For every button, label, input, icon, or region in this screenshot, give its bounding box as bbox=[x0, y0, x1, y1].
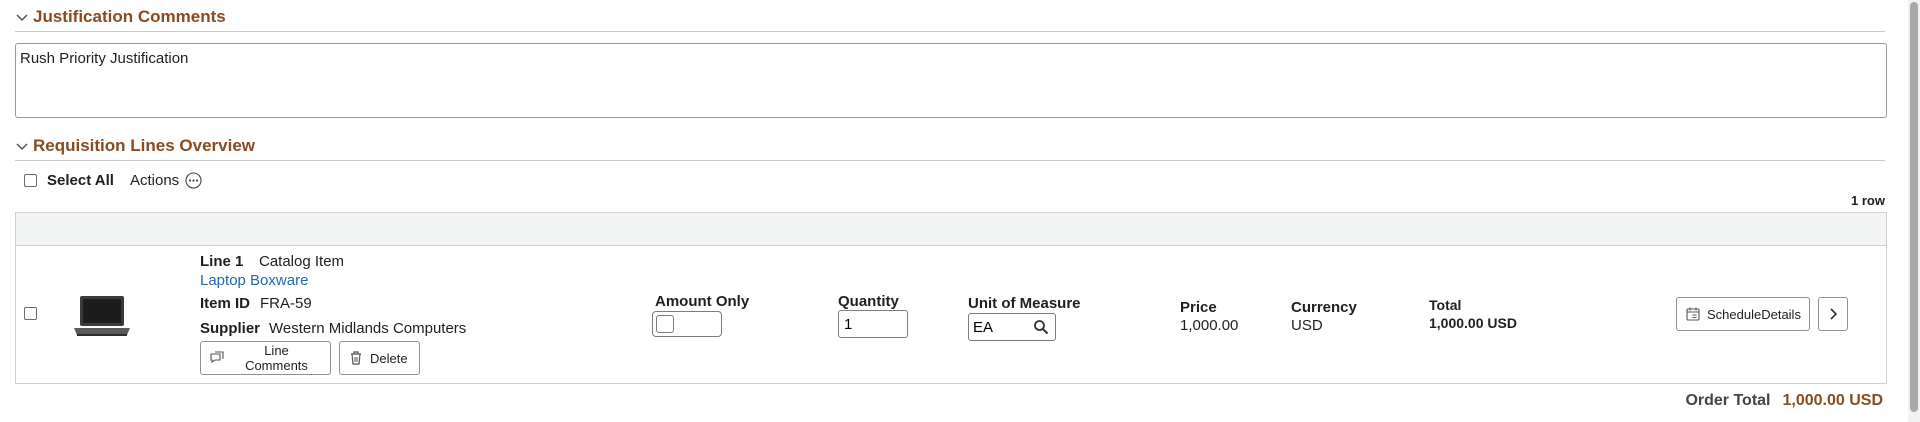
total-label: Total bbox=[1429, 297, 1462, 313]
vertical-scrollbar[interactable] bbox=[1908, 0, 1920, 422]
order-total: Order Total 1,000.00 USD bbox=[1685, 392, 1883, 410]
currency-label: Currency bbox=[1291, 299, 1357, 316]
uom-label: Unit of Measure bbox=[968, 295, 1081, 312]
item-name-link[interactable]: Laptop Boxware bbox=[200, 272, 308, 289]
chevron-down-icon[interactable] bbox=[15, 139, 29, 153]
item-id-value: FRA-59 bbox=[260, 295, 312, 312]
line-number: Line 1 bbox=[200, 253, 244, 270]
laptop-thumbnail bbox=[74, 296, 130, 336]
grid-header bbox=[15, 212, 1887, 246]
row-count: 1 row bbox=[1851, 193, 1885, 208]
currency-value: USD bbox=[1291, 317, 1323, 334]
total-value: 1,000.00 USD bbox=[1429, 315, 1517, 331]
amount-only-toggle[interactable] bbox=[652, 311, 722, 337]
justification-section-header[interactable]: Justification Comments bbox=[15, 2, 1885, 32]
schedule-details-label: ScheduleDetails bbox=[1707, 306, 1801, 322]
more-options-icon[interactable] bbox=[185, 172, 202, 189]
uom-input[interactable] bbox=[973, 317, 1029, 337]
uom-field bbox=[968, 313, 1056, 341]
select-all-label: Select All bbox=[47, 172, 114, 189]
line-comments-button[interactable]: Line Comments bbox=[200, 341, 331, 375]
trash-icon bbox=[351, 351, 361, 365]
search-icon[interactable] bbox=[1033, 319, 1049, 335]
actions-label[interactable]: Actions bbox=[130, 172, 179, 189]
toggle-knob bbox=[656, 315, 674, 333]
line-details-button[interactable] bbox=[1818, 297, 1848, 331]
price-label: Price bbox=[1180, 299, 1217, 316]
calendar-icon bbox=[1686, 307, 1700, 321]
supplier-label: Supplier bbox=[200, 320, 261, 337]
quantity-label: Quantity bbox=[838, 293, 899, 310]
lines-toolbar: Select All Actions bbox=[24, 172, 202, 189]
item-id-label: Item ID bbox=[200, 295, 251, 312]
line-comments-label: Line Comments bbox=[245, 343, 308, 373]
order-total-value: 1,000.00 USD bbox=[1782, 392, 1883, 409]
line-type: Catalog Item bbox=[259, 253, 345, 270]
scrollbar-thumb[interactable] bbox=[1910, 2, 1918, 412]
lines-overview-section-header[interactable]: Requisition Lines Overview bbox=[15, 131, 1885, 161]
lines-overview-title: Requisition Lines Overview bbox=[33, 135, 256, 155]
delete-button[interactable]: Delete bbox=[339, 341, 420, 375]
price-value: 1,000.00 bbox=[1180, 317, 1239, 334]
supplier-value: Western Midlands Computers bbox=[269, 320, 467, 337]
delete-label: Delete bbox=[370, 350, 408, 366]
chevron-down-icon[interactable] bbox=[15, 10, 29, 24]
amount-only-label: Amount Only bbox=[655, 293, 750, 310]
select-all-checkbox[interactable] bbox=[24, 174, 37, 187]
justification-title: Justification Comments bbox=[33, 6, 226, 26]
order-total-label: Order Total bbox=[1685, 392, 1771, 409]
row-checkbox[interactable] bbox=[24, 307, 37, 320]
schedule-details-button[interactable]: ScheduleDetails bbox=[1676, 297, 1810, 331]
chevron-right-icon bbox=[1830, 308, 1838, 320]
justification-textarea[interactable]: Rush Priority Justification bbox=[15, 43, 1887, 118]
quantity-input[interactable] bbox=[838, 310, 908, 338]
comments-icon bbox=[210, 351, 224, 364]
table-row: Line 1 Catalog Item Laptop Boxware Item … bbox=[15, 246, 1887, 384]
